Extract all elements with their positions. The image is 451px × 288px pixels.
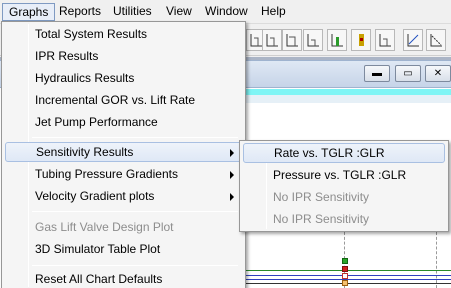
menu-item-hydraulics-results[interactable]: Hydraulics Results xyxy=(5,68,242,88)
menu-item-gas-lift-valve-design-plot: Gas Lift Valve Design Plot xyxy=(35,220,174,234)
toolbar-chart-button[interactable] xyxy=(303,29,323,51)
submenu-item-rate-vs-tglr[interactable]: Rate vs. TGLR :GLR xyxy=(243,143,445,163)
scatter-plot-icon xyxy=(430,34,442,47)
pump-chart-icon xyxy=(359,34,364,46)
menu-item-total-system-results[interactable]: Total System Results xyxy=(5,24,242,44)
submenu-item-no-ipr-sensitivity: No IPR Sensitivity xyxy=(273,212,370,226)
toolbar-plot-button[interactable] xyxy=(403,29,423,51)
close-button[interactable]: ✕ xyxy=(425,65,451,82)
restore-button[interactable]: ▭ xyxy=(395,65,421,82)
menu-item-tubing-pressure-gradients[interactable]: Tubing Pressure Gradients xyxy=(5,164,242,184)
menu-item-sensitivity-results[interactable]: Sensitivity Results xyxy=(5,142,242,162)
line-plot-icon xyxy=(407,34,419,47)
menu-separator xyxy=(32,137,238,138)
toolbar-chart-button[interactable] xyxy=(327,29,347,51)
menu-window[interactable]: Window xyxy=(199,3,254,21)
toolbar-chart-button[interactable] xyxy=(262,29,282,51)
menu-item-incremental-gor[interactable]: Incremental GOR vs. Lift Rate xyxy=(5,90,242,110)
plot-marker xyxy=(342,266,348,272)
menu-reports[interactable]: Reports xyxy=(53,3,107,21)
bar-chart-icon xyxy=(307,34,319,47)
plot-marker xyxy=(342,273,348,279)
toolbar-chart-button[interactable] xyxy=(351,29,371,51)
submenu-item-pressure-vs-tglr[interactable]: Pressure vs. TGLR :GLR xyxy=(243,165,445,185)
menu-separator xyxy=(32,265,238,266)
graphs-menu: Total System Results IPR Results Hydraul… xyxy=(1,21,246,288)
submenu-item-no-ipr-sensitivity: No IPR Sensitivity xyxy=(273,190,370,204)
plot-marker xyxy=(342,280,348,286)
menu-separator xyxy=(32,211,238,212)
menu-item-ipr-results[interactable]: IPR Results xyxy=(5,46,242,66)
plot-area xyxy=(240,95,451,103)
submenu-arrow-icon xyxy=(230,193,234,201)
sensitivity-submenu: Rate vs. TGLR :GLR Pressure vs. TGLR :GL… xyxy=(239,140,449,232)
menu-item-reset-all-chart-defaults[interactable]: Reset All Chart Defaults xyxy=(5,269,242,288)
bar-chart-icon xyxy=(250,34,262,47)
toolbar-plot-button[interactable] xyxy=(426,29,446,51)
bar-chart-icon xyxy=(286,34,298,47)
menu-item-velocity-gradient-plots[interactable]: Velocity Gradient plots xyxy=(5,186,242,206)
menu-item-3d-simulator-table-plot[interactable]: 3D Simulator Table Plot xyxy=(5,239,242,259)
toolbar-chart-button[interactable] xyxy=(375,29,395,51)
plot-marker xyxy=(342,258,348,264)
menu-view[interactable]: View xyxy=(160,3,198,21)
toolbar-chart-button[interactable] xyxy=(282,29,302,51)
menu-utilities[interactable]: Utilities xyxy=(107,3,158,21)
menu-item-jet-pump-performance[interactable]: Jet Pump Performance xyxy=(5,112,242,132)
minimize-button[interactable]: ▬ xyxy=(364,65,390,82)
menu-help[interactable]: Help xyxy=(255,3,292,21)
bar-chart-icon xyxy=(266,34,278,47)
menu-graphs[interactable]: Graphs xyxy=(2,3,56,21)
submenu-arrow-icon xyxy=(230,171,234,179)
well-chart-icon xyxy=(331,34,343,47)
bar-chart-icon xyxy=(379,34,391,47)
submenu-arrow-icon xyxy=(230,149,234,157)
